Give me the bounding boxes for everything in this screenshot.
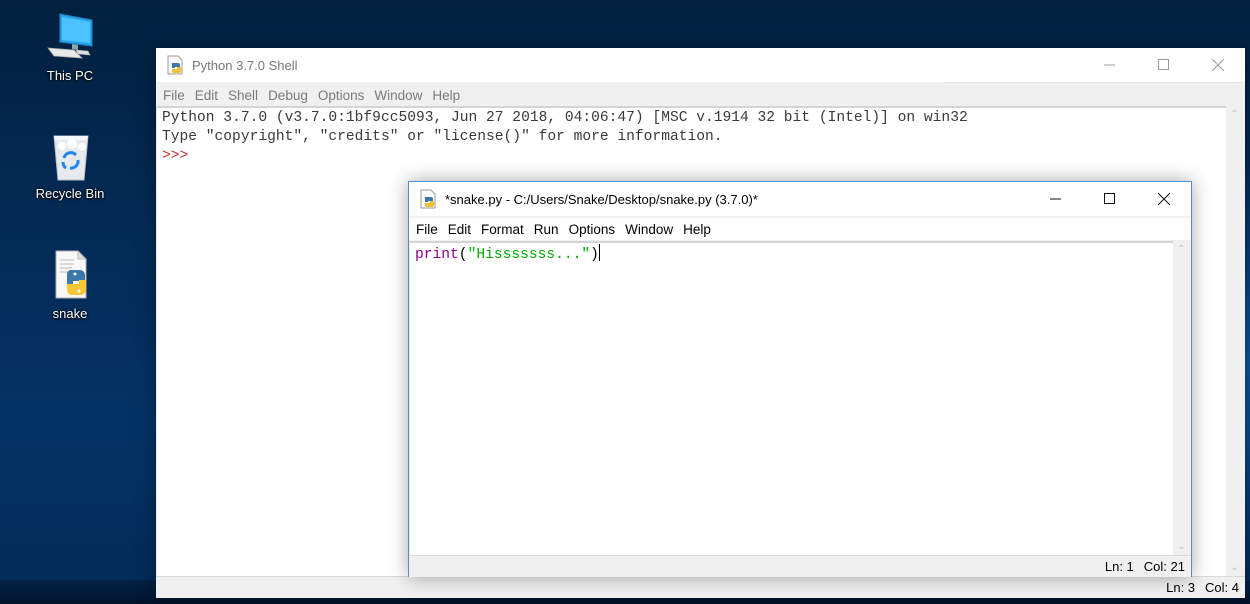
editor-menu-options[interactable]: Options <box>564 222 621 237</box>
scroll-down-arrow-icon[interactable]: ⌄ <box>1226 559 1243 576</box>
titlebar-divider <box>946 82 1245 83</box>
editor-vertical-scrollbar[interactable]: ⌃ ⌄ <box>1173 241 1190 555</box>
editor-col-indicator: Col: 21 <box>1143 559 1185 574</box>
maximize-icon <box>1158 59 1169 70</box>
shell-menu-debug[interactable]: Debug <box>263 88 313 103</box>
editor-menu-run[interactable]: Run <box>529 222 564 237</box>
shell-banner-line: Python 3.7.0 (v3.7.0:1bf9cc5093, Jun 27 … <box>162 110 968 126</box>
editor-window[interactable]: *snake.py - C:/Users/Snake/Desktop/snake… <box>408 181 1192 577</box>
editor-menu-file[interactable]: File <box>411 222 443 237</box>
desktop-icon-snake[interactable]: snake <box>20 250 120 321</box>
code-line: print("Hisssssss...") <box>415 244 1173 265</box>
scroll-up-arrow-icon[interactable]: ⌃ <box>1226 106 1243 123</box>
editor-menu-help[interactable]: Help <box>678 222 716 237</box>
python-file-icon <box>42 250 98 302</box>
scroll-down-arrow-icon[interactable]: ⌄ <box>1173 538 1190 555</box>
shell-col-indicator: Col: 4 <box>1205 580 1239 595</box>
editor-menu-edit[interactable]: Edit <box>443 222 476 237</box>
desktop-icon-label: This PC <box>46 68 94 83</box>
close-icon <box>1158 193 1170 205</box>
editor-menu-format[interactable]: Format <box>476 222 529 237</box>
desktop-icon-label: snake <box>52 306 88 321</box>
shell-menu-edit[interactable]: Edit <box>190 88 223 103</box>
shell-title: Python 3.7.0 Shell <box>192 57 298 73</box>
desktop-icon-recycle-bin[interactable]: Recycle Bin <box>20 130 120 201</box>
code-close-paren: ) <box>590 247 599 263</box>
shell-minimize-button[interactable] <box>1083 48 1137 82</box>
code-string-literal: "Hisssssss..." <box>467 247 591 263</box>
close-icon <box>1212 59 1224 71</box>
shell-titlebar[interactable]: Python 3.7.0 Shell <box>156 48 1245 83</box>
shell-banner-line: Type "copyright", "credits" or "license(… <box>162 129 723 145</box>
shell-vertical-scrollbar[interactable]: ⌃ ⌄ <box>1226 106 1243 576</box>
editor-titlebar[interactable]: *snake.py - C:/Users/Snake/Desktop/snake… <box>409 182 1191 216</box>
editor-menu-window[interactable]: Window <box>620 222 678 237</box>
editor-minimize-button[interactable] <box>1029 182 1083 216</box>
desktop-icon-label: Recycle Bin <box>35 186 105 201</box>
shell-menu-help[interactable]: Help <box>427 88 465 103</box>
shell-close-button[interactable] <box>1191 48 1245 82</box>
editor-line-indicator: Ln: 1 <box>1104 559 1134 574</box>
minimize-icon <box>1104 64 1115 66</box>
code-builtin-print: print <box>415 247 459 263</box>
scroll-up-arrow-icon[interactable]: ⌃ <box>1173 241 1190 258</box>
shell-prompt: >>> <box>162 148 189 164</box>
text-cursor <box>598 244 600 261</box>
editor-menubar: File Edit Format Run Options Window Help <box>409 218 1191 240</box>
shell-maximize-button[interactable] <box>1137 48 1191 82</box>
shell-statusbar: Ln: 3 Col: 4 <box>156 576 1245 598</box>
shell-menu-file[interactable]: File <box>158 88 190 103</box>
idle-app-icon <box>166 55 186 75</box>
editor-close-button[interactable] <box>1137 182 1191 216</box>
maximize-icon <box>1104 193 1115 204</box>
code-open-paren: ( <box>458 247 468 263</box>
editor-code-area[interactable]: print("Hisssssss...") <box>409 241 1173 555</box>
desktop-icon-this-pc[interactable]: This PC <box>20 12 120 83</box>
minimize-icon <box>1050 198 1061 200</box>
shell-menubar: File Edit Shell Debug Options Window Hel… <box>156 84 1245 106</box>
recycle-bin-icon <box>42 130 98 182</box>
idle-app-icon <box>419 189 439 209</box>
shell-line-indicator: Ln: 3 <box>1166 580 1196 595</box>
shell-menu-shell[interactable]: Shell <box>223 88 263 103</box>
shell-menu-window[interactable]: Window <box>369 88 427 103</box>
shell-menu-options[interactable]: Options <box>313 88 370 103</box>
computer-icon <box>42 12 98 64</box>
editor-statusbar: Ln: 1 Col: 21 <box>409 555 1191 577</box>
editor-maximize-button[interactable] <box>1083 182 1137 216</box>
editor-title: *snake.py - C:/Users/Snake/Desktop/snake… <box>445 191 758 207</box>
